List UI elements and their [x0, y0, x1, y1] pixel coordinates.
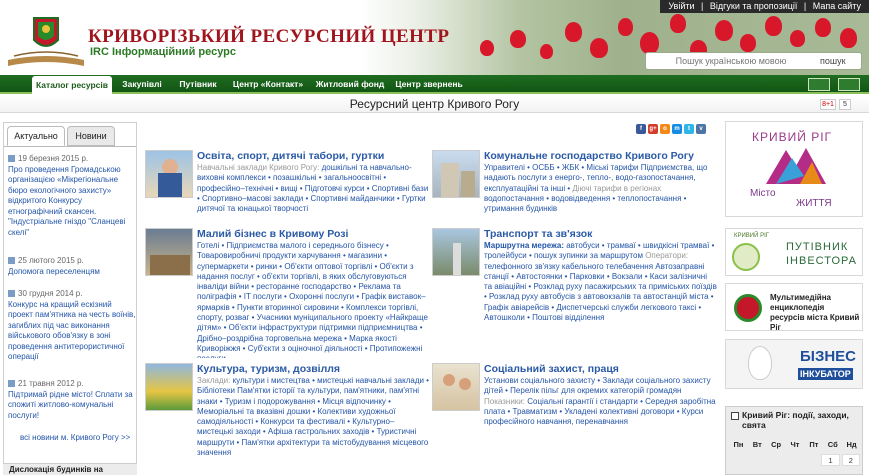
incubator-egg-icon	[748, 346, 772, 380]
business-incubator-banner[interactable]: БІЗНЕС ІНКУБАТОР	[725, 339, 863, 389]
category-utilities: Комунальне господарство Кривого Рогу Упр…	[432, 150, 717, 224]
search-input[interactable]	[646, 56, 816, 66]
city-banner[interactable]: КРИВИЙ РІГ Місто ЖИТТЯ	[725, 121, 863, 217]
list-view-icon[interactable]	[838, 78, 860, 91]
events-calendar: Кривий Ріг: події, заходи, свята Пн Вт С…	[725, 406, 863, 475]
block-title[interactable]: Малий бізнес в Кривому Розі	[197, 228, 430, 240]
nav-item-catalog[interactable]: Каталог ресурсів	[32, 76, 112, 95]
news-item[interactable]: 30 грудня 2014 р. Конкурс на кращий ескі…	[8, 289, 136, 363]
social-thumbnail[interactable]	[432, 363, 480, 411]
business-thumbnail[interactable]	[145, 228, 193, 276]
block-title[interactable]: Культура, туризм, дозвілля	[197, 363, 430, 375]
nav-item-appeals[interactable]: Центр звернень	[392, 75, 466, 94]
encyclopedia-logo-icon	[734, 294, 762, 322]
block-title[interactable]: Освіта, спорт, дитячі табори, гуртки	[197, 150, 430, 162]
news-item[interactable]: 25 лютого 2015 р. Допомога переселенцям	[8, 256, 136, 277]
site-subtitle: IRC Інформаційний ресурс	[90, 46, 237, 58]
city-logo-icon	[766, 148, 826, 184]
site-header: КРИВОРІЗЬКИЙ РЕСУРСНИЙ ЦЕНТР IRC Інформа…	[0, 0, 869, 75]
plus-count-badge: 5	[839, 99, 851, 110]
block-title[interactable]: Транспорт та зв'язок	[484, 228, 717, 240]
news-item[interactable]: 21 травня 2012 р. Підтримай рідне місто!…	[8, 379, 136, 421]
social-share-bar: f g+ o m t v	[636, 124, 706, 134]
tab-news[interactable]: Новини	[67, 126, 115, 146]
nav-item-procurement[interactable]: Закупівлі	[118, 75, 166, 94]
main-nav: Каталог ресурсів Закупівлі Путівник Цент…	[0, 75, 869, 95]
twitter-icon[interactable]: t	[684, 124, 694, 134]
block-title[interactable]: Комунальне господарство Кривого Рогу	[484, 150, 717, 162]
login-link[interactable]: Увійти	[666, 1, 696, 11]
block-title[interactable]: Соціальний захист, праця	[484, 363, 717, 375]
search-button[interactable]: пошук	[816, 56, 850, 66]
nav-item-housing[interactable]: Житловий фонд	[312, 75, 388, 94]
investor-logo-icon	[732, 243, 760, 271]
vk-icon[interactable]: v	[696, 124, 706, 134]
calendar-week: 1 2	[729, 454, 861, 466]
education-thumbnail[interactable]	[145, 150, 193, 198]
facebook-icon[interactable]: f	[636, 124, 646, 134]
encyclopedia-banner[interactable]: Мультимедійна енциклопедія ресурсів міст…	[725, 283, 863, 332]
nav-item-guide[interactable]: Путівник	[172, 75, 224, 94]
buildings-dislocation-header[interactable]: Дислокація будинків на	[3, 463, 137, 475]
calendar-weekdays: Пн Вт Ср Чт Пт Сб Нд	[733, 440, 857, 449]
google-plus-icon[interactable]: g+	[648, 124, 658, 134]
transport-thumbnail[interactable]	[432, 228, 480, 276]
calendar-day[interactable]: 2	[841, 454, 860, 466]
category-culture: Культура, туризм, дозвілля Заклади: куль…	[145, 363, 430, 475]
calendar-day[interactable]: 1	[821, 454, 840, 466]
sitemap-link[interactable]: Мапа сайту	[811, 1, 863, 11]
nav-item-contact-center[interactable]: Центр «Контакт»	[228, 75, 308, 94]
google-plus-button[interactable]: 8+1	[820, 99, 836, 110]
news-item[interactable]: 19 березня 2015 р. Про проведення Громад…	[8, 154, 136, 238]
category-small-business: Малий бізнес в Кривому Розі Готелі • Під…	[145, 228, 430, 358]
category-transport: Транспорт та зв'язок Маршрутна мережа: а…	[432, 228, 717, 358]
top-links: Увійти | Відгуки та пропозиції | Мапа са…	[660, 0, 869, 13]
tab-actual[interactable]: Актуально	[7, 126, 65, 146]
culture-thumbnail[interactable]	[145, 363, 193, 411]
grid-view-icon[interactable]	[808, 78, 830, 91]
calendar-title[interactable]: Кривий Ріг: події, заходи, свята	[726, 407, 862, 430]
utilities-thumbnail[interactable]	[432, 150, 480, 198]
all-news-link[interactable]: всі новини м. Кривого Рогу >>	[20, 433, 130, 442]
calendar-icon	[731, 412, 739, 420]
page-title: Ресурсний центр Кривого Рогу	[349, 97, 520, 111]
category-social-protection: Соціальний захист, праця Установи соціал…	[432, 363, 717, 475]
investor-guide-banner[interactable]: КРИВИЙ РІГ ПУТІВНИК ІНВЕСТОРА	[725, 228, 863, 276]
feedback-link[interactable]: Відгуки та пропозиції	[708, 1, 800, 11]
page-title-bar: Ресурсний центр Кривого Рогу 8+1 5	[0, 96, 869, 113]
site-title: КРИВОРІЗЬКИЙ РЕСУРСНИЙ ЦЕНТР	[88, 26, 450, 47]
odnoklassniki-icon[interactable]: o	[660, 124, 670, 134]
mail-ru-icon[interactable]: m	[672, 124, 682, 134]
category-education: Освіта, спорт, дитячі табори, гуртки Нав…	[145, 150, 430, 224]
search-box: пошук	[645, 52, 862, 70]
city-emblem-icon	[8, 17, 84, 66]
